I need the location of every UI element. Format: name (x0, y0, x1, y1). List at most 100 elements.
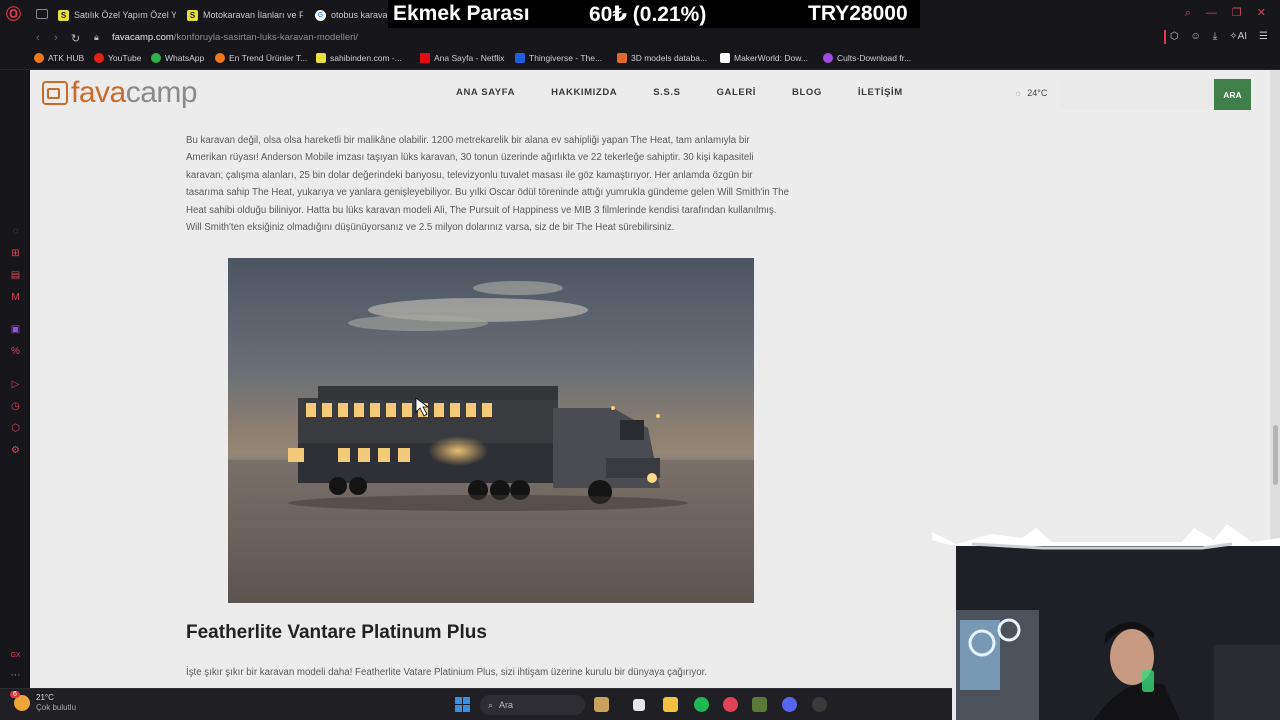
section-paragraph: İşte şıkır şıkır bir karavan modeli daha… (186, 667, 708, 678)
reload-icon[interactable]: ↻ (71, 32, 80, 45)
discord-icon[interactable] (782, 697, 797, 712)
thingiverse-icon (515, 53, 525, 63)
search-icon: ⌕ (488, 699, 494, 710)
easy-setup-icon[interactable]: ☰ (1259, 31, 1268, 42)
settings-icon[interactable]: ⚙ (10, 445, 21, 456)
spotify-icon[interactable] (694, 697, 709, 712)
bookmark-whatsapp[interactable]: WhatsApp (151, 53, 204, 63)
opera-taskbar-icon[interactable] (723, 697, 738, 712)
windows-start-icon[interactable] (455, 697, 470, 712)
article-paragraph: Bu karavan değil, olsa olsa hareketli bi… (186, 135, 789, 234)
sahibinden-favicon-icon: S (187, 9, 198, 21)
profile-icon[interactable]: ☺ (1191, 31, 1201, 42)
download-icon[interactable]: ⤓ (1213, 31, 1217, 42)
url-field[interactable]: favacamp.com/konforuyla-sasirtan-luks-ka… (112, 32, 358, 43)
site-search-input[interactable] (1060, 80, 1214, 110)
workspaces-icon[interactable] (36, 9, 48, 19)
gmail-icon[interactable]: M (10, 292, 21, 303)
bookmark-netflix[interactable]: Ana Sayfa - Netflix (420, 53, 504, 63)
taskbar-temp: 21°C (36, 693, 54, 702)
extensions-icon[interactable]: ⬡ (1170, 31, 1179, 42)
gx-icon[interactable]: GX (10, 650, 21, 661)
address-bar: ‹ › ↻ 🔒︎ favacamp.com/konforuyla-sasirta… (0, 28, 1280, 48)
youtube-icon (94, 53, 104, 63)
window-controls: ⌕ — ❐ ✕ (1185, 8, 1266, 19)
aria-sidebar-icon[interactable]: ◌ (10, 226, 21, 237)
close-icon[interactable]: ✕ (1257, 8, 1266, 19)
crypto-wallet-icon[interactable]: ⊞ (10, 248, 21, 259)
bookmarks-bar: ATK HUB YouTube WhatsApp En Trend Ürünle… (0, 48, 1280, 70)
en-trend-icon (215, 53, 225, 63)
google-favicon-icon: G (315, 9, 326, 21)
extensions-sidebar-icon[interactable]: ⬡ (10, 423, 21, 434)
whatsapp-icon (151, 53, 161, 63)
cults-icon (823, 53, 833, 63)
forward-icon[interactable]: › (54, 32, 58, 44)
bookmark-en-trend[interactable]: En Trend Ürünler T... (215, 53, 307, 63)
makerworld-icon (720, 53, 730, 63)
taskbar-search-placeholder: Ara (499, 700, 514, 710)
more-icon[interactable]: ⋯ (10, 670, 21, 681)
bookmark-atk-hub[interactable]: ATK HUB (34, 53, 84, 63)
ticker-total: TRY28000 (808, 2, 908, 25)
site-header: favacamp ANA SAYFA HAKKIMIZDA S.S.S GALE… (30, 70, 1270, 120)
tab-motokaravan[interactable]: S Motokaravan İlanları ve Fiy (187, 7, 303, 23)
menu-hakkimizda[interactable]: HAKKIMIZDA (551, 87, 617, 98)
opera-sidebar: ◌ ⊞ ▤ M ▣ % ▷ ◷ ⬡ ⚙ GX ⋯ (0, 70, 30, 688)
history-icon[interactable]: ◷ (10, 401, 21, 412)
sahibinden-icon (316, 53, 326, 63)
messenger-icon[interactable]: ▤ (10, 270, 21, 281)
twitch-icon[interactable]: ▣ (10, 324, 21, 335)
bookmark-youtube[interactable]: YouTube (94, 53, 141, 63)
menu-galeri[interactable]: GALERİ (717, 87, 757, 98)
toolbar-right: ⬡ ☺ ⤓ ✧AI ☰ (1170, 31, 1268, 42)
search-tabs-icon[interactable]: ⌕ (1185, 8, 1191, 19)
donation-ticker: Ekmek Parası 60₺ (0.21%) TRY28000 (388, 0, 920, 28)
bookmark-makerworld[interactable]: MakerWorld: Dow... (720, 53, 808, 63)
file-explorer-icon[interactable] (663, 697, 678, 712)
section-heading: Featherlite Vantare Platinum Plus (186, 622, 487, 643)
tab-label: otobus karavan (331, 10, 387, 20)
the-heat-caravan-image (228, 258, 754, 603)
player-icon[interactable]: ▷ (10, 379, 21, 390)
opera-logo-icon[interactable]: Ⓞ (6, 3, 22, 23)
obs-icon[interactable] (812, 697, 827, 712)
atk-hub-icon (34, 53, 44, 63)
main-menu: ANA SAYFA HAKKIMIZDA S.S.S GALERİ BLOG İ… (456, 87, 903, 98)
discount-icon[interactable]: % (10, 346, 21, 357)
minimize-icon[interactable]: — (1206, 8, 1217, 19)
menu-sss[interactable]: S.S.S (653, 87, 680, 98)
caravan-logo-icon (42, 81, 68, 105)
bookmark-sahibinden[interactable]: sahibinden.com -... (316, 53, 402, 63)
sidebar-divider (1164, 30, 1166, 44)
weather-sun-icon: 6 (10, 691, 30, 711)
bookmark-3d-models[interactable]: 3D models databa... (617, 53, 707, 63)
search-button[interactable]: ARA (1214, 79, 1251, 110)
tab-label: Motokaravan İlanları ve Fiy (203, 10, 303, 20)
menu-iletisim[interactable]: İLETİŞİM (858, 87, 903, 98)
task-view-icon[interactable] (633, 699, 645, 711)
lock-icon: 🔒︎ (94, 32, 99, 42)
tab-satilik[interactable]: S Satılık Özel Yapım Özel Yap (58, 7, 176, 23)
back-icon[interactable]: ‹ (36, 32, 40, 44)
caravan-photo (228, 258, 754, 603)
taskbar-search[interactable]: ⌕ Ara (480, 695, 585, 715)
aria-ai-button[interactable]: ✧AI (1229, 31, 1247, 42)
ticker-label: Ekmek Parası (393, 2, 530, 25)
maximize-icon[interactable]: ❐ (1232, 8, 1242, 19)
url-domain: favacamp.com (112, 32, 174, 43)
3d-models-icon (617, 53, 627, 63)
bookmark-cults[interactable]: Cults-Download fr... (823, 53, 911, 63)
favacamp-logo[interactable]: favacamp (42, 78, 198, 108)
tab-label: Satılık Özel Yapım Özel Yap (74, 10, 176, 20)
menu-blog[interactable]: BLOG (792, 87, 822, 98)
taskbar-weather[interactable]: 6 21°C Çok bulutlu (10, 691, 76, 713)
url-path: /konforuyla-sasirtan-luks-karavan-modell… (173, 32, 359, 43)
bookmark-thingiverse[interactable]: Thingiverse - The... (515, 53, 602, 63)
weather-badge: 6 (10, 691, 20, 698)
menu-ana-sayfa[interactable]: ANA SAYFA (456, 87, 515, 98)
minecraft-icon[interactable] (752, 697, 767, 712)
tab-otobus-karavan[interactable]: G otobus karavan (315, 7, 387, 23)
scrollbar-thumb[interactable] (1273, 425, 1278, 485)
widgets-app-icon[interactable] (594, 697, 609, 712)
